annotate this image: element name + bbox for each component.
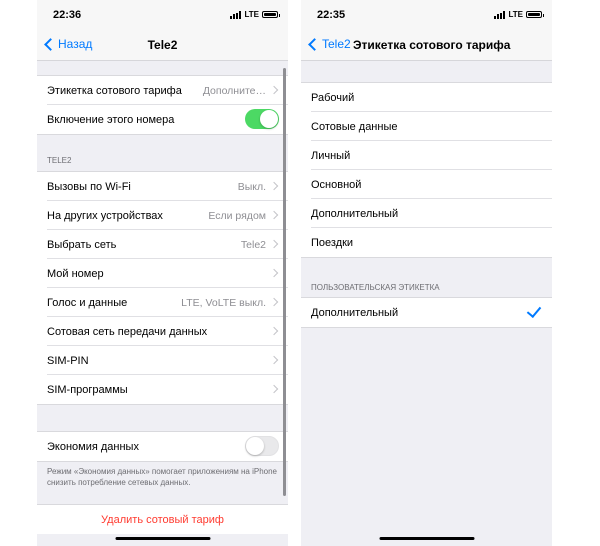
home-indicator[interactable] [115, 537, 210, 540]
row-low-data-mode: Экономия данных [37, 432, 288, 461]
option-label: Основной [311, 178, 362, 191]
row-label: Этикетка сотового тарифа [47, 84, 182, 97]
data-saver-note: Режим «Экономия данных» помогает приложе… [47, 467, 277, 487]
option-label: Рабочий [311, 91, 355, 104]
option-label: Личный [311, 149, 351, 162]
chevron-right-icon [269, 355, 279, 365]
row-sim-applications[interactable]: SIM-программы [37, 375, 288, 404]
row-other-devices[interactable]: На других устройствах Если рядом [37, 201, 288, 230]
checkmark-icon [526, 302, 542, 319]
page-title: Этикетка сотового тарифа [353, 38, 511, 52]
option-label: Поездки [311, 236, 354, 249]
status-time: 22:36 [53, 9, 82, 21]
chevron-right-icon [269, 384, 279, 394]
row-label: Выбрать сеть [47, 238, 117, 251]
custom-label-group: Дополнительный [301, 297, 552, 328]
page-title: Tele2 [147, 38, 178, 52]
network-type: LTE [508, 10, 523, 19]
status-bar: 22:35 LTE [301, 0, 552, 30]
row-cellular-plan-label[interactable]: Этикетка сотового тарифа Дополните… [37, 76, 288, 105]
scrollbar[interactable] [283, 68, 286, 496]
row-sim-pin[interactable]: SIM-PIN [37, 346, 288, 375]
row-label: SIM-PIN [47, 354, 89, 367]
row-label: Экономия данных [47, 440, 139, 453]
label-option[interactable]: Рабочий [301, 83, 552, 112]
row-value: Tele2 [240, 238, 266, 251]
row-label: Включение этого номера [47, 113, 175, 126]
carrier-settings-group: Вызовы по Wi-Fi Выкл. На других устройст… [37, 171, 288, 405]
low-data-mode-switch[interactable] [245, 436, 279, 456]
left-screen: 22:36 LTE Назад Tele2 Этикетка сотового … [37, 0, 288, 546]
chevron-right-icon [269, 181, 279, 191]
row-cellular-data-network[interactable]: Сотовая сеть передачи данных [37, 317, 288, 346]
row-my-number[interactable]: Мой номер [37, 259, 288, 288]
status-bar: 22:36 LTE [37, 0, 288, 30]
battery-icon [526, 11, 544, 18]
label-option[interactable]: Основной [301, 170, 552, 199]
chevron-right-icon [269, 239, 279, 249]
status-indicators: LTE [230, 10, 280, 19]
row-label: Вызовы по Wi-Fi [47, 180, 131, 193]
option-label: Дополнительный [311, 306, 399, 319]
row-value: Если рядом [208, 209, 266, 222]
chevron-right-icon [269, 268, 279, 278]
network-type: LTE [244, 10, 259, 19]
navigation-bar: Назад Tele2 [37, 30, 288, 61]
line-settings-group: Этикетка сотового тарифа Дополните… Вклю… [37, 75, 288, 135]
row-turn-on-line: Включение этого номера [37, 105, 288, 134]
label-option[interactable]: Дополнительный [301, 199, 552, 228]
option-label: Дополнительный [311, 207, 399, 220]
row-wifi-calling[interactable]: Вызовы по Wi-Fi Выкл. [37, 172, 288, 201]
status-indicators: LTE [494, 10, 544, 19]
signal-icon [494, 10, 506, 19]
row-label: Голос и данные [47, 296, 128, 309]
navigation-bar: Tele2 Этикетка сотового тарифа [301, 30, 552, 61]
chevron-right-icon [269, 85, 279, 95]
plan-label-options: Рабочий Сотовые данные Личный Основной Д… [301, 82, 552, 258]
signal-icon [230, 10, 242, 19]
label-option[interactable]: Поездки [301, 228, 552, 257]
section-header-custom-label: ПОЛЬЗОВАТЕЛЬСКАЯ ЭТИКЕТКА [311, 283, 440, 292]
home-indicator[interactable] [379, 537, 474, 540]
row-network-selection[interactable]: Выбрать сеть Tele2 [37, 230, 288, 259]
row-value: Дополните… [202, 84, 266, 97]
label-option[interactable]: Личный [301, 141, 552, 170]
back-label: Tele2 [322, 37, 351, 51]
chevron-right-icon [269, 210, 279, 220]
status-time: 22:35 [317, 9, 346, 21]
row-label: Мой номер [47, 267, 104, 280]
row-label: SIM-программы [47, 383, 128, 396]
row-value: LTE, VoLTE выкл. [181, 296, 266, 309]
chevron-right-icon [269, 297, 279, 307]
label-option[interactable]: Сотовые данные [301, 112, 552, 141]
row-value: Выкл. [237, 180, 266, 193]
back-chevron-icon [308, 37, 321, 51]
battery-icon [262, 11, 280, 18]
back-button[interactable]: Tele2 [307, 37, 351, 51]
row-label: На других устройствах [47, 209, 163, 222]
right-screen: 22:35 LTE Tele2 Этикетка сотового тарифа… [301, 0, 552, 546]
custom-label-option[interactable]: Дополнительный [301, 298, 552, 327]
delete-plan-button[interactable]: Удалить сотовый тариф [37, 504, 288, 534]
option-label: Сотовые данные [311, 120, 398, 133]
data-saver-group: Экономия данных [37, 431, 288, 462]
turn-on-line-switch[interactable] [245, 109, 279, 129]
chevron-right-icon [269, 326, 279, 336]
row-voice-and-data[interactable]: Голос и данные LTE, VoLTE выкл. [37, 288, 288, 317]
row-label: Сотовая сеть передачи данных [47, 325, 208, 338]
section-header-tele2: TELE2 [47, 156, 72, 165]
